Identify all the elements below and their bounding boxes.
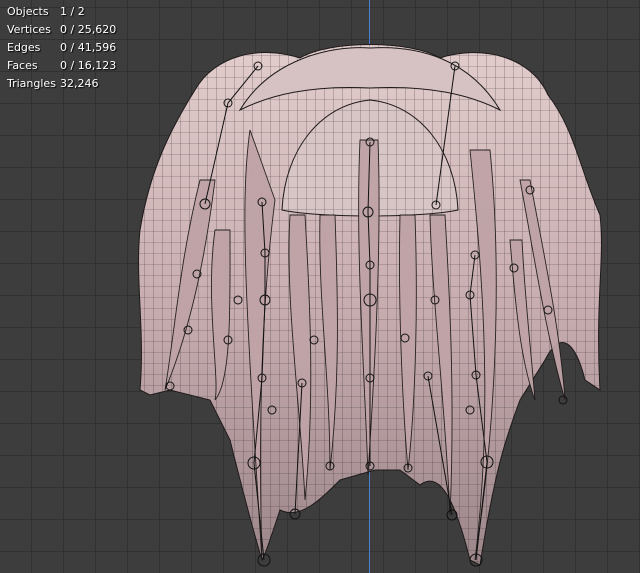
stat-label: Triangles: [7, 77, 56, 90]
stat-value: 0 / 16,123: [60, 59, 117, 72]
stat-row-vertices: Vertices 0 / 25,620: [7, 21, 116, 39]
scene-statistics-overlay: Objects 1 / 2 Vertices 0 / 25,620 Edges …: [7, 3, 116, 93]
stat-value: 32,246: [60, 77, 99, 90]
stat-row-faces: Faces 0 / 16,123: [7, 57, 116, 75]
stat-row-edges: Edges 0 / 41,596: [7, 39, 116, 57]
stat-value: 0 / 25,620: [60, 23, 117, 36]
stat-label: Faces: [7, 59, 38, 72]
stat-label: Objects: [7, 5, 49, 18]
stat-value: 1 / 2: [60, 5, 85, 18]
stat-label: Edges: [7, 41, 41, 54]
stat-row-objects: Objects 1 / 2: [7, 3, 116, 21]
stat-value: 0 / 41,596: [60, 41, 117, 54]
stat-row-triangles: Triangles 32,246: [7, 75, 116, 93]
3d-viewport[interactable]: Objects 1 / 2 Vertices 0 / 25,620 Edges …: [0, 0, 640, 573]
stat-label: Vertices: [7, 23, 51, 36]
